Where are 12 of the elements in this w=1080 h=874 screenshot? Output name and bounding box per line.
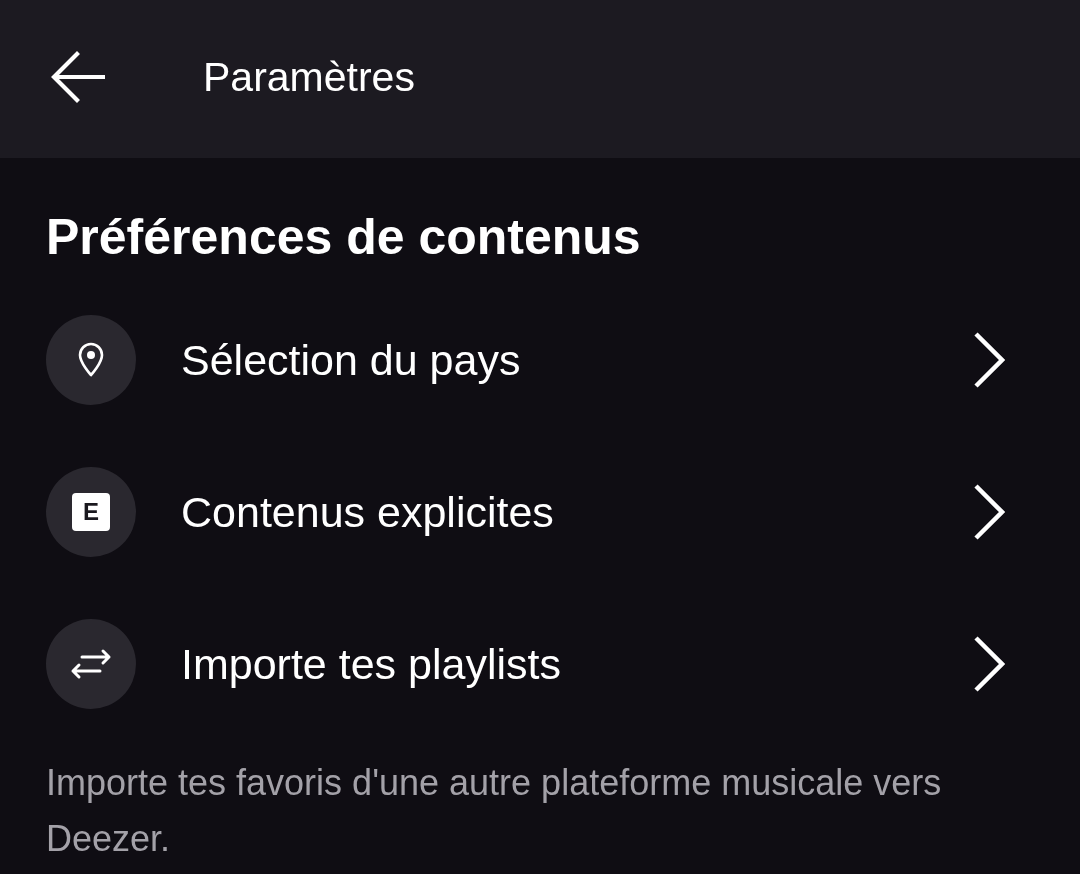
back-button[interactable]: [50, 49, 106, 105]
chevron-right-icon: [973, 483, 1005, 541]
chevron-right-icon: [973, 635, 1005, 693]
back-arrow-icon: [51, 51, 105, 103]
section-heading: Préférences de contenus: [46, 208, 642, 266]
settings-list-item[interactable]: Importe tes playlists: [46, 588, 1034, 740]
explicit-badge: E: [46, 467, 136, 557]
settings-list-item[interactable]: E Contenus explicites: [46, 436, 1034, 588]
page-title: Paramètres: [203, 53, 415, 102]
settings-list-item[interactable]: Sélection du pays: [46, 284, 1034, 436]
chevron-right-icon: [973, 331, 1005, 389]
description-text: Importe tes favoris d'une autre plateforme musicale vers Deezer.: [46, 761, 943, 861]
